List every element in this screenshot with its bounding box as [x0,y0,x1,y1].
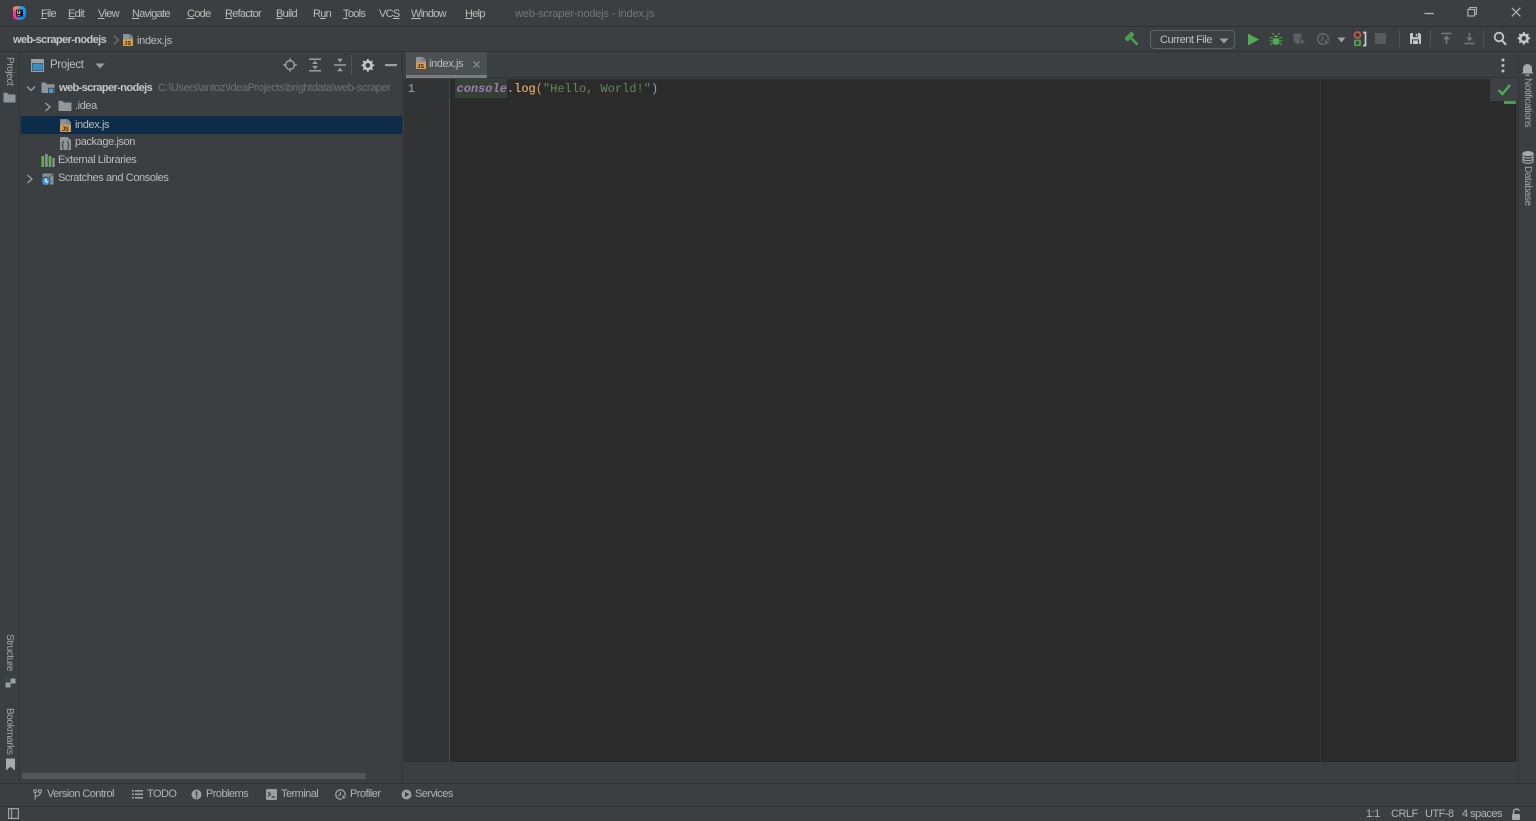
svg-text:JS: JS [62,126,69,132]
svg-text:JS: JS [417,64,424,70]
svg-text:JS: JS [124,41,131,47]
